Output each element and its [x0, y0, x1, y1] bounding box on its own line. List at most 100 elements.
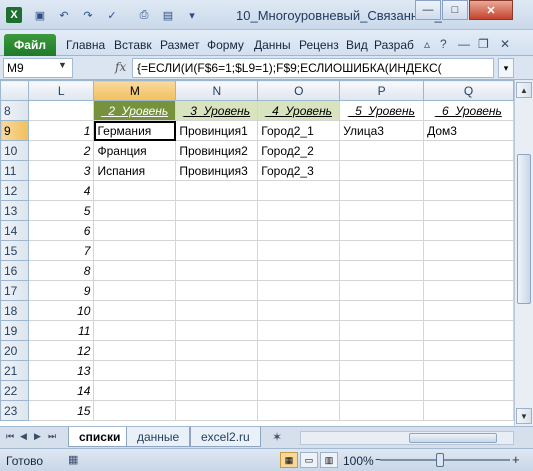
horizontal-scrollbar[interactable]: [300, 431, 514, 445]
cell-N9[interactable]: Провинция1: [175, 120, 259, 141]
cell-O8[interactable]: _4_Уровень: [257, 100, 341, 121]
tab-insert[interactable]: Вставк: [114, 38, 152, 52]
cell-M16[interactable]: [93, 260, 177, 281]
formula-input[interactable]: {=ЕСЛИ(И(F$6=1;$L9=1);F$9;ЕСЛИОШИБКА(ИНД…: [132, 58, 494, 78]
row-header-10[interactable]: 10: [0, 140, 29, 161]
cell-L21[interactable]: 13: [27, 360, 95, 381]
normal-view-icon[interactable]: ▦: [280, 452, 298, 468]
undo-icon[interactable]: ↶: [56, 7, 72, 23]
cell-P21[interactable]: [339, 360, 425, 381]
cell-P10[interactable]: [339, 140, 425, 161]
zoom-in-icon[interactable]: +: [512, 452, 520, 467]
cell-P13[interactable]: [339, 200, 425, 221]
column-header-Q[interactable]: Q: [423, 80, 514, 101]
new-sheet-icon[interactable]: ✶: [272, 430, 282, 444]
cell-M20[interactable]: [93, 340, 177, 361]
page-layout-view-icon[interactable]: ▭: [300, 452, 318, 468]
row-header-20[interactable]: 20: [0, 340, 29, 361]
row-header-9[interactable]: 9: [0, 120, 29, 141]
cell-Q16[interactable]: [423, 260, 514, 281]
sheet-tab-data[interactable]: данные: [126, 427, 191, 447]
cell-P9[interactable]: Улица3: [339, 120, 425, 141]
help-icon[interactable]: ?: [440, 37, 447, 51]
zoom-slider[interactable]: [380, 459, 510, 461]
row-header-14[interactable]: 14: [0, 220, 29, 241]
maximize-button[interactable]: □: [442, 0, 468, 20]
cell-N23[interactable]: [175, 400, 259, 421]
open-icon[interactable]: ▤: [160, 7, 176, 23]
cell-O15[interactable]: [257, 240, 341, 261]
cell-P22[interactable]: [339, 380, 425, 401]
cell-O21[interactable]: [257, 360, 341, 381]
cell-M11[interactable]: Испания: [93, 160, 177, 181]
cell-N18[interactable]: [175, 300, 259, 321]
cell-N14[interactable]: [175, 220, 259, 241]
sheet-tab-lists[interactable]: списки: [68, 427, 132, 447]
cell-P16[interactable]: [339, 260, 425, 281]
cell-M21[interactable]: [93, 360, 177, 381]
cell-L15[interactable]: 7: [27, 240, 95, 261]
name-box-dropdown-icon[interactable]: ▼: [58, 60, 67, 70]
cell-O18[interactable]: [257, 300, 341, 321]
row-header-11[interactable]: 11: [0, 160, 29, 181]
column-header-L[interactable]: L: [27, 80, 95, 101]
cell-M13[interactable]: [93, 200, 177, 221]
cell-L16[interactable]: 8: [27, 260, 95, 281]
row-header-13[interactable]: 13: [0, 200, 29, 221]
cell-N19[interactable]: [175, 320, 259, 341]
tab-view[interactable]: Вид: [346, 38, 368, 52]
cell-P19[interactable]: [339, 320, 425, 341]
cell-L23[interactable]: 15: [27, 400, 95, 421]
cell-L9[interactable]: 1: [27, 120, 95, 141]
row-header-18[interactable]: 18: [0, 300, 29, 321]
row-header-12[interactable]: 12: [0, 180, 29, 201]
insert-function-icon[interactable]: fx: [115, 60, 126, 74]
cell-N15[interactable]: [175, 240, 259, 261]
print-icon[interactable]: ⎙: [136, 7, 152, 23]
cell-P23[interactable]: [339, 400, 425, 421]
scroll-down-icon[interactable]: ▼: [516, 408, 532, 424]
cell-O23[interactable]: [257, 400, 341, 421]
scroll-up-icon[interactable]: ▲: [516, 82, 532, 98]
zoom-level[interactable]: 100%: [343, 454, 374, 468]
row-header-8[interactable]: 8: [0, 100, 29, 121]
cell-O17[interactable]: [257, 280, 341, 301]
cell-M10[interactable]: Франция: [93, 140, 177, 161]
cell-O22[interactable]: [257, 380, 341, 401]
cell-M17[interactable]: [93, 280, 177, 301]
cell-O13[interactable]: [257, 200, 341, 221]
next-sheet-icon[interactable]: ▶: [34, 431, 41, 442]
cell-L20[interactable]: 12: [27, 340, 95, 361]
prev-sheet-icon[interactable]: ◀: [20, 431, 27, 442]
tab-page-layout[interactable]: Размет: [160, 38, 200, 52]
cell-P20[interactable]: [339, 340, 425, 361]
cell-Q8[interactable]: _6_Уровень: [423, 100, 514, 121]
cell-O11[interactable]: Город2_3: [257, 160, 341, 181]
cell-N13[interactable]: [175, 200, 259, 221]
cell-L19[interactable]: 11: [27, 320, 95, 341]
cell-L13[interactable]: 5: [27, 200, 95, 221]
cell-Q14[interactable]: [423, 220, 514, 241]
cell-O10[interactable]: Город2_2: [257, 140, 341, 161]
row-header-22[interactable]: 22: [0, 380, 29, 401]
cell-N17[interactable]: [175, 280, 259, 301]
tab-review[interactable]: Реценз: [299, 38, 339, 52]
column-header-O[interactable]: O: [257, 80, 341, 101]
sheet-tab-excel2[interactable]: excel2.ru: [190, 427, 261, 447]
cell-L8[interactable]: [27, 100, 95, 121]
cell-L11[interactable]: 3: [27, 160, 95, 181]
cell-M15[interactable]: [93, 240, 177, 261]
cell-Q13[interactable]: [423, 200, 514, 221]
cell-P8[interactable]: _5_Уровень: [339, 100, 425, 121]
expand-formula-icon[interactable]: ▾: [498, 58, 514, 78]
cell-M12[interactable]: [93, 180, 177, 201]
cell-O12[interactable]: [257, 180, 341, 201]
cell-L18[interactable]: 10: [27, 300, 95, 321]
minimize-ribbon-icon[interactable]: ▵: [424, 37, 430, 51]
cell-Q18[interactable]: [423, 300, 514, 321]
customize-arrow-icon[interactable]: ▾: [184, 7, 200, 23]
doc-restore-icon[interactable]: ❐: [478, 37, 489, 51]
cell-P17[interactable]: [339, 280, 425, 301]
tab-developer[interactable]: Разраб: [374, 38, 414, 52]
cell-Q22[interactable]: [423, 380, 514, 401]
